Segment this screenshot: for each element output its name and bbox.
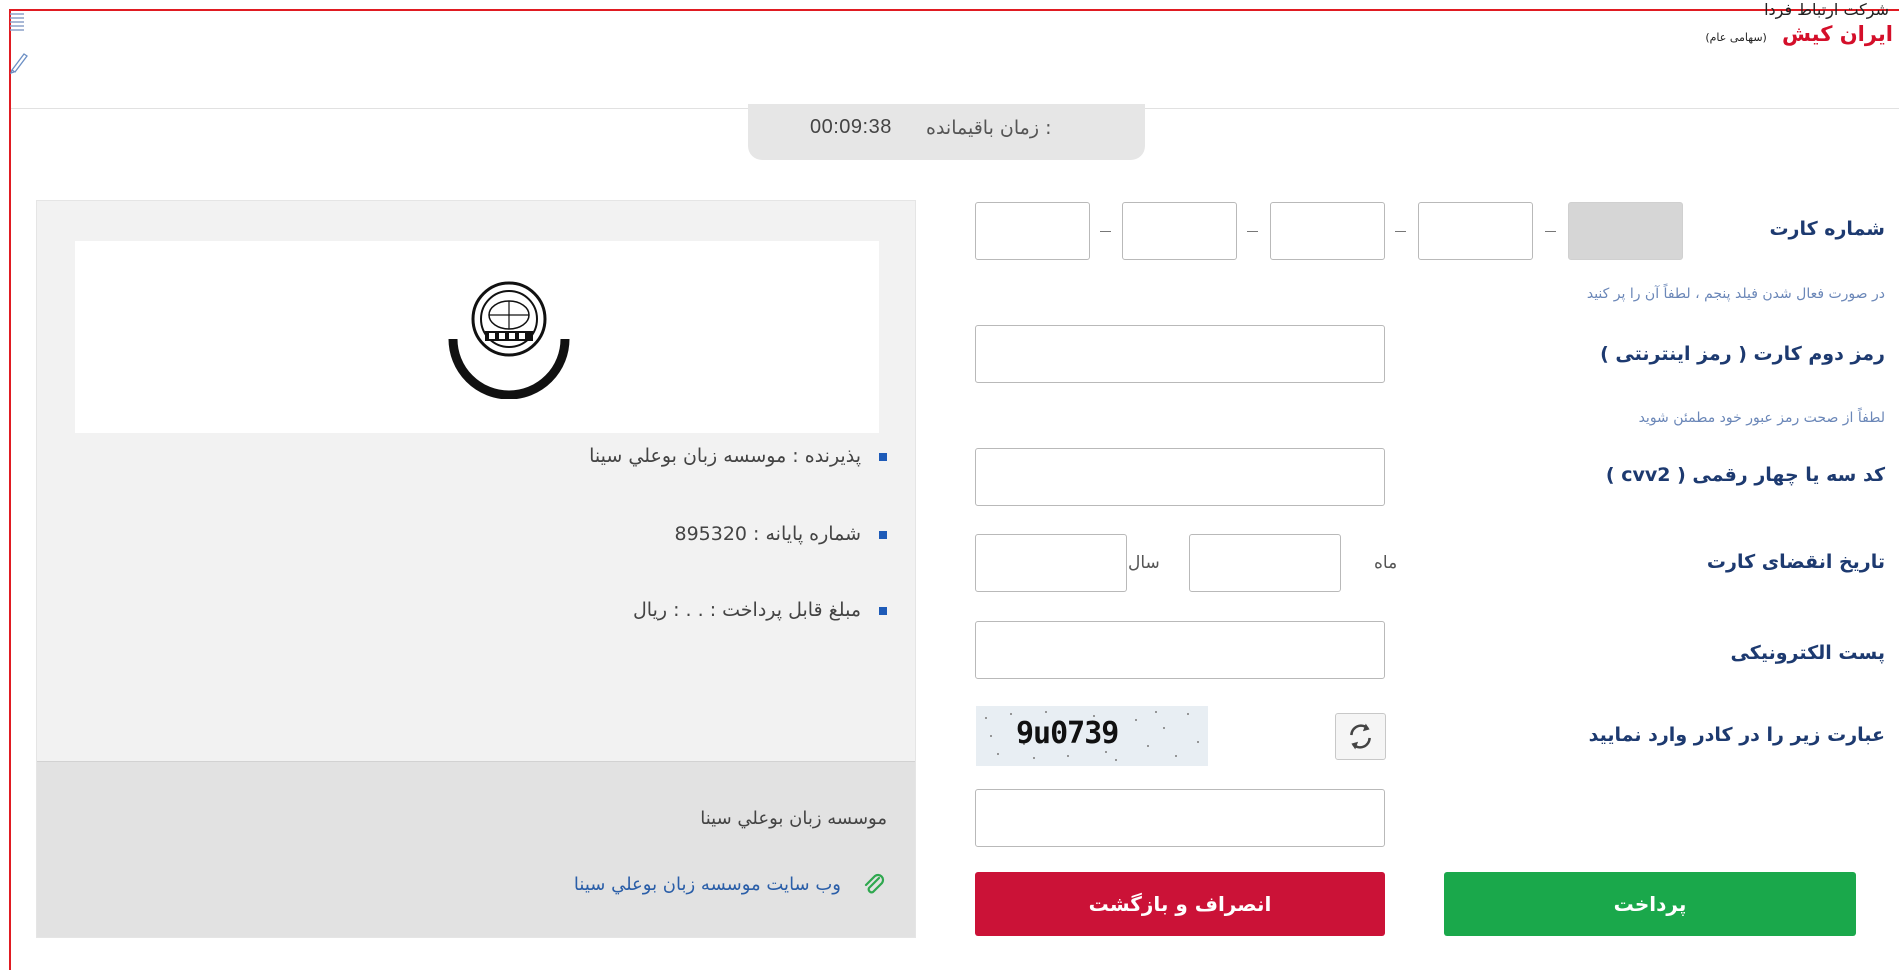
- captcha-label: عبارت زیر را در کادر وارد نمایید: [1588, 724, 1885, 746]
- dash-separator: [1100, 231, 1111, 232]
- card-number-field-5-disabled: [1568, 202, 1683, 260]
- website-link[interactable]: وب سایت موسسه زبان بوعلي سينا: [574, 872, 887, 898]
- fifth-field-hint: در صورت فعال شدن فیلد پنجم ، لطفاً آن را…: [1586, 286, 1885, 302]
- card-number-field-2[interactable]: [1270, 202, 1385, 260]
- dash-separator: [1395, 231, 1406, 232]
- amount-row: مبلغ قابل پرداخت : . . : ریال: [633, 599, 887, 621]
- timer-value: 00:09:38: [810, 116, 892, 138]
- email-label: پست الکترونیکی: [1730, 642, 1885, 664]
- card-number-field-3[interactable]: [1122, 202, 1237, 260]
- amount-text: مبلغ قابل پرداخت : . . : ریال: [633, 599, 861, 621]
- cancel-button[interactable]: انصراف و بازگشت: [975, 872, 1385, 936]
- edit-icon[interactable]: [9, 50, 31, 74]
- acceptor-text: پذیرنده : موسسه زبان بوعلي سينا: [589, 445, 861, 467]
- cvv2-label: کد سه یا چهار رقمی ( cvv2 ): [1605, 464, 1885, 486]
- pay-button[interactable]: پرداخت: [1444, 872, 1856, 936]
- dash-separator: [1247, 231, 1258, 232]
- month-label: ماه: [1374, 553, 1398, 573]
- pin2-input[interactable]: [975, 325, 1385, 383]
- paperclip-icon: [864, 873, 885, 894]
- acceptor-row: پذیرنده : موسسه زبان بوعلي سينا: [589, 445, 887, 467]
- terminal-text: شماره پایانه : 895320: [674, 523, 861, 545]
- captcha-text: 9u0739: [1016, 716, 1119, 751]
- card-number-label: شماره کارت: [1769, 218, 1885, 240]
- timer-label: زمان باقیمانده :: [926, 117, 1052, 139]
- bullet-icon: [879, 606, 887, 615]
- year-label: سال: [1128, 553, 1160, 573]
- expiry-month-input[interactable]: [1189, 534, 1341, 592]
- website-link-text[interactable]: وب سایت موسسه زبان بوعلي سينا: [574, 874, 841, 895]
- bank-name: ایران کیش (سهامی عام): [1705, 22, 1893, 46]
- cvv2-input[interactable]: [975, 448, 1385, 506]
- institute-logo: [448, 281, 570, 399]
- card-number-field-1[interactable]: [1418, 202, 1533, 260]
- email-input[interactable]: [975, 621, 1385, 679]
- logo-box: [75, 241, 879, 433]
- captcha-refresh-button[interactable]: [1335, 713, 1386, 760]
- pin2-hint: لطفاً از صحت رمز عبور خود مطمئن شوید: [1638, 410, 1885, 426]
- expiry-year-input[interactable]: [975, 534, 1127, 592]
- dash-separator: [1545, 231, 1556, 232]
- captcha-image: 9u0739: [976, 706, 1208, 766]
- captcha-input[interactable]: [975, 789, 1385, 847]
- expiry-label: تاریخ انقضای کارت: [1706, 551, 1885, 573]
- refresh-icon: [1350, 723, 1371, 750]
- bullet-icon: [879, 452, 887, 461]
- timer-tab: زمان باقیمانده : 00:09:38: [748, 104, 1145, 160]
- merchant-footer-name: موسسه زبان بوعلي سينا: [700, 808, 887, 829]
- terminal-row: شماره پایانه : 895320: [674, 523, 887, 545]
- bank-name-text: ایران کیش: [1781, 22, 1893, 46]
- menu-icon[interactable]: [9, 12, 25, 44]
- bullet-icon: [879, 530, 887, 539]
- pin2-label: رمز دوم کارت ( رمز اینترنتی ): [1600, 343, 1885, 365]
- merchant-info-panel: پذیرنده : موسسه زبان بوعلي سينا شماره پا…: [36, 200, 916, 938]
- panel-footer: موسسه زبان بوعلي سينا وب سایت موسسه زبان…: [37, 761, 915, 937]
- bank-top-text: شرکت ارتباط فردا: [1764, 0, 1889, 19]
- bank-type-text: (سهامی عام): [1705, 31, 1767, 44]
- card-number-field-4[interactable]: [975, 202, 1090, 260]
